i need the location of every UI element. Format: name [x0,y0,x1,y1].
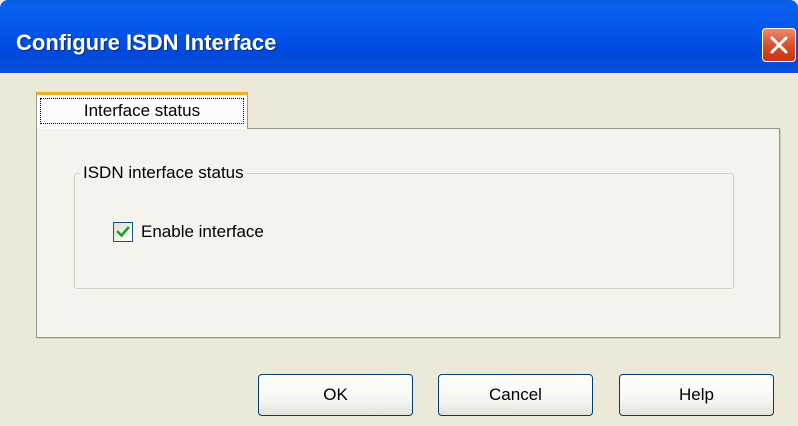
title-bar: Configure ISDN Interface [0,0,798,73]
enable-interface-label[interactable]: Enable interface [141,221,264,243]
window-title: Configure ISDN Interface [16,30,277,55]
tab-interface-status[interactable]: Interface status [36,92,248,129]
cancel-button[interactable]: Cancel [438,374,593,416]
close-button[interactable] [762,28,796,62]
ok-button[interactable]: OK [258,374,413,416]
help-button[interactable]: Help [619,374,774,416]
checkmark-icon [116,226,130,238]
close-icon [770,36,788,54]
tab-label: Interface status [40,98,244,124]
group-legend: ISDN interface status [80,163,247,183]
enable-interface-checkbox[interactable] [113,222,133,242]
